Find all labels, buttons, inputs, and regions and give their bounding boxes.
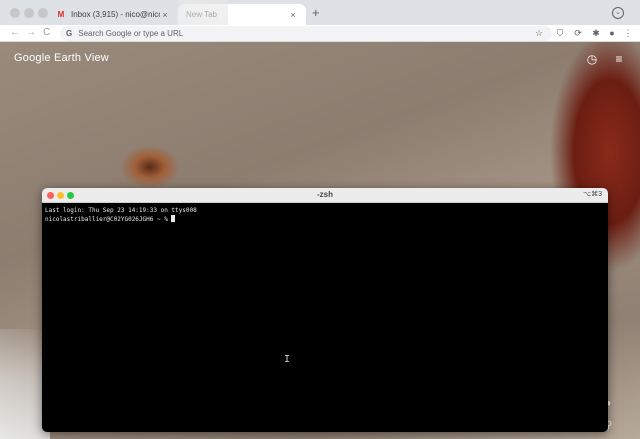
reload-button[interactable]: C: [43, 26, 50, 40]
back-button[interactable]: ←: [10, 26, 20, 40]
window-minimize-button[interactable]: [24, 8, 34, 18]
terminal-shortcut: ⌥⌘3: [583, 191, 602, 198]
new-tab-button[interactable]: +: [312, 6, 320, 20]
bookmark-star-icon[interactable]: ☆: [533, 27, 545, 39]
mouse-ibeam-cursor: I: [284, 354, 291, 365]
text-cursor: [171, 215, 176, 222]
window-zoom-button[interactable]: [38, 8, 48, 18]
omnibox[interactable]: G Search Google or type a URL: [60, 26, 552, 41]
window-close-button[interactable]: [10, 8, 20, 18]
more-menu-icon[interactable]: ⋮: [622, 27, 634, 39]
gmail-icon: M: [57, 10, 65, 19]
tab-inbox[interactable]: M Inbox (3,915) - nico@nicopower... ×: [48, 4, 178, 25]
menu-icon[interactable]: ≡: [612, 52, 626, 66]
extension-sync-icon[interactable]: ⟳: [572, 27, 584, 39]
close-icon[interactable]: ×: [288, 10, 298, 20]
extension-shield-icon[interactable]: ⛉: [554, 27, 566, 39]
terminal-output[interactable]: Last login: Thu Sep 23 14:19:33 on ttys0…: [42, 203, 608, 227]
extensions-puzzle-icon[interactable]: ✱: [590, 27, 602, 39]
earth-view-logo[interactable]: Google Earth View: [14, 52, 109, 64]
terminal-prompt: nicolastriballier@C02YG026JGH6 ~ %: [45, 216, 172, 223]
profile-avatar[interactable]: ●: [606, 27, 618, 39]
history-icon[interactable]: ◷: [585, 52, 599, 66]
tab-title: Inbox (3,915) - nico@nicopower...: [71, 10, 160, 19]
logo-product: Earth View: [53, 52, 109, 64]
terminal-titlebar[interactable]: -zsh ⌥⌘3: [42, 188, 608, 203]
terminal-title: -zsh: [317, 190, 333, 199]
logo-brand: Google: [14, 52, 51, 64]
terminal-line: Last login: Thu Sep 23 14:19:33 on ttys0…: [45, 207, 197, 214]
forward-button[interactable]: →: [26, 26, 36, 40]
omnibox-placeholder: Search Google or type a URL: [78, 29, 184, 38]
tab-new-tab[interactable]: New Tab ×: [178, 0, 306, 56]
browser-toolbar: ← → C G Search Google or type a URL ☆ ⛉ …: [0, 25, 640, 42]
terminal-window[interactable]: -zsh ⌥⌘3 Last login: Thu Sep 23 14:19:33…: [42, 188, 608, 432]
close-icon[interactable]: ×: [160, 10, 170, 20]
tab-search-icon[interactable]: ⌄: [612, 7, 624, 19]
browser-tab-strip: M Inbox (3,915) - nico@nicopower... × Ne…: [0, 0, 640, 56]
terminal-prompt-line: nicolastriballier@C02YG026JGH6 ~ %: [45, 215, 605, 224]
google-g-icon: G: [66, 29, 73, 38]
